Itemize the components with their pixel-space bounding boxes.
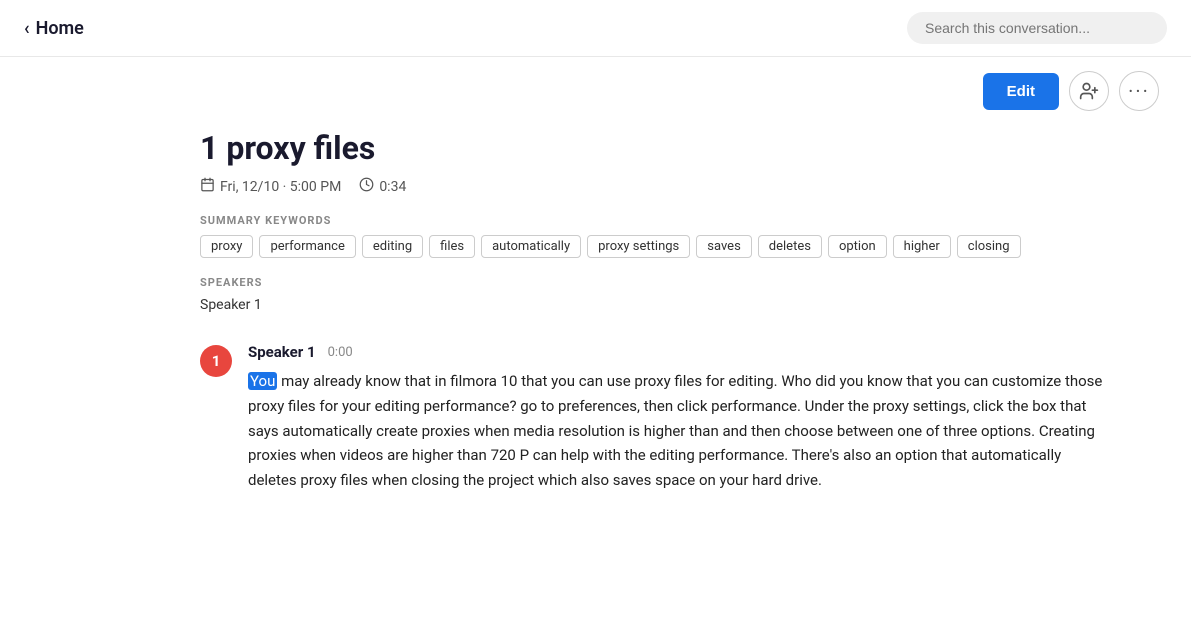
speaker-name: Speaker 1 (200, 297, 1111, 313)
keyword-tag: higher (893, 235, 951, 258)
transcript-text: You may already know that in filmora 10 … (248, 369, 1111, 493)
search-input[interactable] (907, 12, 1167, 44)
speakers-section: SPEAKERS Speaker 1 (200, 276, 1111, 313)
highlighted-word: You (248, 372, 277, 390)
home-link[interactable]: ‹ Home (24, 18, 84, 39)
add-person-icon (1079, 81, 1099, 101)
transcript-speaker-name: Speaker 1 (248, 343, 316, 361)
transcript-header: Speaker 1 0:00 (248, 343, 1111, 361)
more-options-button[interactable]: ··· (1119, 71, 1159, 111)
home-label: Home (36, 18, 84, 39)
keyword-tag: closing (957, 235, 1021, 258)
duration-meta: 0:34 (359, 177, 406, 196)
keyword-tag: deletes (758, 235, 822, 258)
edit-button[interactable]: Edit (983, 73, 1059, 110)
toolbar: Edit ··· (0, 57, 1191, 119)
meta-row: Fri, 12/10 · 5:00 PM 0:34 (200, 177, 1111, 196)
keyword-tag: performance (259, 235, 355, 258)
keyword-tag: automatically (481, 235, 581, 258)
transcript-block: 1 Speaker 1 0:00 You may already know th… (200, 343, 1111, 493)
more-icon: ··· (1128, 79, 1150, 103)
transcript-timestamp: 0:00 (328, 345, 353, 360)
note-title: 1 proxy files (200, 129, 1111, 167)
keyword-tag: proxy settings (587, 235, 690, 258)
content-area: 1 proxy files Fri, 12/10 · 5:00 PM 0:34 (0, 119, 1191, 533)
calendar-icon (200, 177, 215, 196)
date-meta: Fri, 12/10 · 5:00 PM (200, 177, 341, 196)
transcript-body: Speaker 1 0:00 You may already know that… (248, 343, 1111, 493)
keyword-tag: saves (696, 235, 752, 258)
date-text: Fri, 12/10 · 5:00 PM (220, 179, 341, 195)
speaker-badge: 1 (200, 345, 232, 377)
duration-text: 0:34 (379, 179, 406, 195)
keyword-tag: files (429, 235, 475, 258)
clock-icon (359, 177, 374, 196)
keyword-tag: option (828, 235, 887, 258)
add-person-button[interactable] (1069, 71, 1109, 111)
speakers-label: SPEAKERS (200, 276, 1111, 289)
keywords-label: SUMMARY KEYWORDS (200, 214, 1111, 227)
keywords-row: proxy performance editing files automaticall… (200, 235, 1111, 258)
keyword-tag: proxy (200, 235, 253, 258)
back-chevron-icon: ‹ (24, 18, 30, 39)
keyword-tag: editing (362, 235, 423, 258)
top-bar: ‹ Home (0, 0, 1191, 57)
